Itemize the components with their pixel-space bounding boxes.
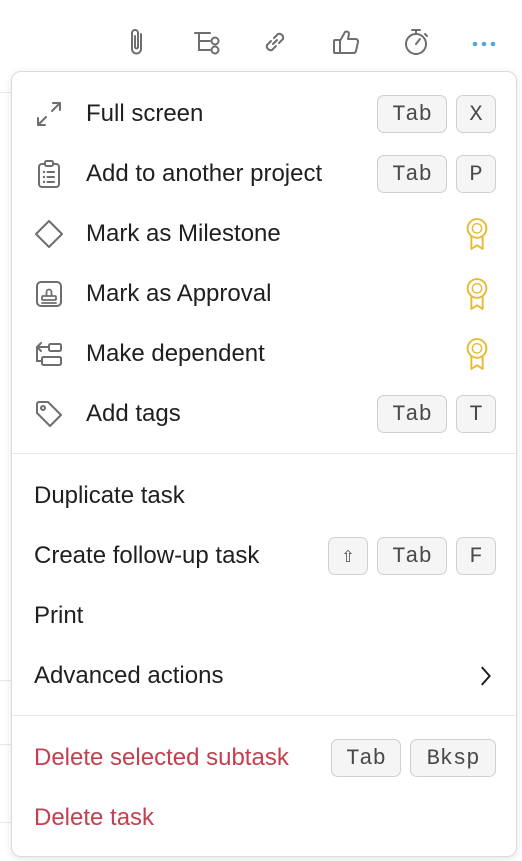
more-icon [472, 41, 496, 47]
menu-item-full-screen[interactable]: Full screen Tab X [12, 86, 516, 142]
menu-item-delete-task[interactable]: Delete task [12, 790, 516, 846]
menu-item-add-tags[interactable]: Add tags Tab T [12, 386, 516, 442]
diamond-icon [32, 217, 66, 251]
shortcut-key: X [456, 95, 496, 133]
shortcut-key: Tab [377, 155, 447, 193]
menu-item-add-to-another-project[interactable]: Add to another project Tab P [12, 146, 516, 202]
shortcut-keys: Tab Bksp [331, 739, 496, 777]
clipboard-list-icon [32, 157, 66, 191]
shortcut-key: T [456, 395, 496, 433]
like-button[interactable] [326, 22, 366, 62]
menu-item-label: Delete task [34, 804, 155, 831]
dependency-icon [32, 337, 66, 371]
menu-item-delete-selected-subtask[interactable]: Delete selected subtask Tab Bksp [12, 730, 516, 786]
time-tracking-button[interactable] [396, 22, 436, 62]
shortcut-keys: Tab X [377, 95, 496, 133]
more-actions-button[interactable] [464, 22, 504, 62]
menu-item-label: Make dependent [86, 340, 265, 367]
shortcut-key: Tab [377, 95, 447, 133]
menu-item-advanced-actions[interactable]: Advanced actions [12, 648, 516, 704]
premium-ribbon-icon [460, 274, 494, 314]
menu-item-duplicate-task[interactable]: Duplicate task [12, 468, 516, 524]
shortcut-keys: ⇧ Tab F [328, 537, 496, 575]
attach-button[interactable] [117, 22, 157, 62]
menu-divider [12, 715, 516, 716]
shortcut-keys: Tab T [377, 395, 496, 433]
menu-item-print[interactable]: Print [12, 588, 516, 644]
menu-item-mark-as-approval[interactable]: Mark as Approval [12, 266, 516, 322]
menu-item-label: Delete selected subtask [34, 744, 289, 771]
add-subtask-button[interactable] [187, 22, 227, 62]
menu-item-label: Add to another project [86, 160, 323, 187]
menu-divider [12, 453, 516, 454]
link-icon [265, 32, 285, 52]
menu-item-label: Duplicate task [34, 482, 185, 509]
tag-icon [32, 397, 66, 431]
menu-item-label: Mark as Milestone [86, 220, 281, 247]
shortcut-key: Tab [331, 739, 401, 777]
menu-item-label: Mark as Approval [86, 280, 272, 307]
shortcut-key: F [456, 537, 496, 575]
shortcut-key: Bksp [410, 739, 496, 777]
stopwatch-icon [405, 29, 428, 55]
shortcut-key: P [456, 155, 496, 193]
menu-item-label: Add tags [86, 400, 181, 427]
menu-item-label: Advanced actions [34, 662, 224, 689]
stamp-icon [32, 277, 66, 311]
menu-item-label: Create follow-up task [34, 542, 260, 569]
more-actions-menu: Full screen Tab X Add to another project… [11, 71, 517, 857]
premium-ribbon-icon [460, 214, 494, 254]
subtask-icon [194, 32, 220, 55]
shortcut-key: ⇧ [328, 537, 368, 575]
shortcut-key: Tab [377, 395, 447, 433]
menu-item-label: Print [34, 602, 84, 629]
chevron-right-icon [474, 661, 498, 691]
menu-item-label: Full screen [86, 100, 204, 127]
shortcut-key: Tab [377, 537, 447, 575]
shortcut-keys: Tab P [377, 155, 496, 193]
menu-item-mark-as-milestone[interactable]: Mark as Milestone [12, 206, 516, 262]
premium-ribbon-icon [460, 334, 494, 374]
menu-item-create-follow-up-task[interactable]: Create follow-up task ⇧ Tab F [12, 528, 516, 584]
thumbs-up-icon [333, 30, 360, 54]
copy-link-button[interactable] [255, 22, 295, 62]
expand-icon [32, 97, 66, 131]
menu-item-make-dependent[interactable]: Make dependent [12, 326, 516, 382]
paperclip-icon [131, 29, 142, 55]
